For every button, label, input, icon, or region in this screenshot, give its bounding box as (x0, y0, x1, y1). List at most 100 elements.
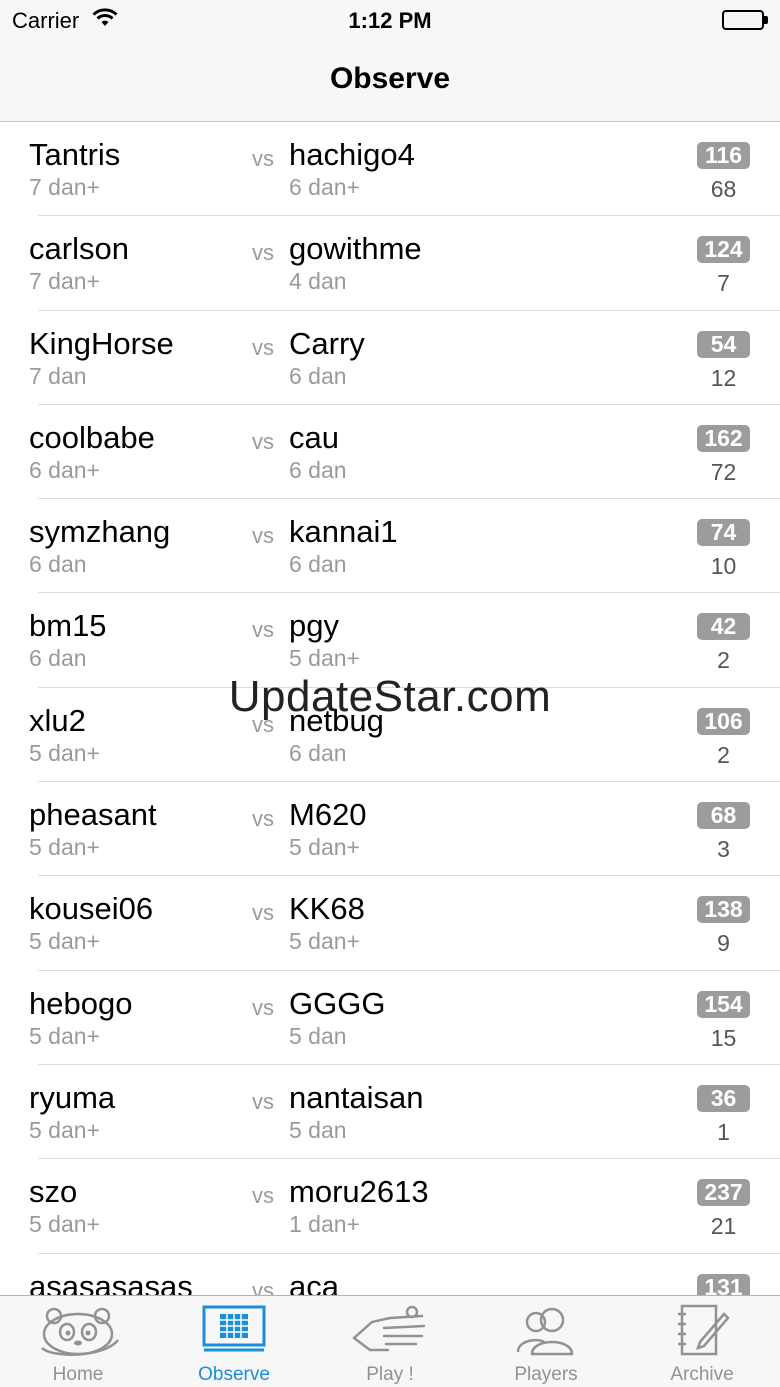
tab-players[interactable]: Players (468, 1296, 624, 1387)
white-player-name: Carry (289, 325, 365, 361)
move-count-badge: 131 (697, 1273, 750, 1295)
vs-label: vs (252, 617, 274, 643)
white-player-name: kannai1 (289, 514, 398, 550)
black-player-rank: 5 dan+ (29, 1211, 100, 1238)
games-list[interactable]: Tantris 7 dan+ vs hachigo4 6 dan+ 116 68… (0, 122, 780, 1295)
white-player-rank: 4 dan (289, 268, 347, 295)
move-count-badge: 74 (697, 519, 750, 547)
move-count-badge: 68 (697, 802, 750, 830)
white-player-rank: 5 dan (289, 1022, 347, 1049)
observer-count: 7 (717, 270, 730, 297)
black-player-name: pheasant (29, 797, 157, 833)
black-player-rank: 5 dan+ (29, 928, 100, 955)
tab-label: Play ! (366, 1364, 414, 1385)
move-count-badge: 124 (697, 236, 750, 264)
black-player-name: xlu2 (29, 702, 86, 738)
move-count-badge: 116 (697, 142, 750, 169)
move-count-badge: 138 (697, 896, 750, 924)
black-player-name: KingHorse (29, 325, 174, 361)
black-player-name: carlson (29, 231, 129, 267)
vs-label: vs (252, 806, 274, 832)
table-row[interactable]: xlu2 5 dan+ vs netbug 6 dan 106 2 (0, 688, 780, 783)
clock: 1:12 PM (348, 8, 432, 33)
tab-home[interactable]: Home (0, 1296, 156, 1387)
board-icon (202, 1305, 266, 1352)
white-player-name: GGGG (289, 985, 386, 1021)
observer-count: 2 (717, 741, 730, 768)
table-row[interactable]: ryuma 5 dan+ vs nantaisan 5 dan 36 1 (0, 1065, 780, 1160)
tab-archive[interactable]: Archive (624, 1296, 780, 1387)
table-row[interactable]: KingHorse 7 dan vs Carry 6 dan 54 12 (0, 311, 780, 406)
white-player-rank: 5 dan+ (289, 834, 360, 861)
black-player-name: kousei06 (29, 891, 154, 927)
tab-observe[interactable]: Observe (156, 1296, 312, 1387)
vs-label: vs (252, 523, 274, 549)
white-player-name: gowithme (289, 231, 422, 267)
vs-label: vs (252, 711, 274, 737)
vs-label: vs (252, 146, 274, 171)
move-count-badge: 237 (697, 1179, 750, 1207)
black-player-name: hebogo (29, 985, 133, 1021)
vs-label: vs (252, 1277, 274, 1295)
white-player-name: pgy (289, 608, 339, 644)
black-player-rank: 6 dan (29, 645, 87, 672)
battery-icon (722, 10, 768, 30)
observer-count: 9 (717, 930, 730, 957)
black-player-rank: 5 dan+ (29, 739, 100, 766)
move-count-badge: 42 (697, 613, 750, 641)
panda-icon (41, 1307, 119, 1356)
tab-play[interactable]: Play ! (312, 1296, 468, 1387)
table-row[interactable]: asasasasas vs aca 131 (0, 1254, 780, 1295)
white-player-rank: 6 dan+ (289, 174, 360, 200)
notebook-icon (678, 1304, 730, 1356)
white-player-name: nantaisan (289, 1079, 424, 1115)
table-row[interactable]: coolbabe 6 dan+ vs cau 6 dan 162 72 (0, 405, 780, 500)
table-row[interactable]: szo 5 dan+ vs moru2613 1 dan+ 237 21 (0, 1159, 780, 1254)
white-player-rank: 5 dan+ (289, 645, 360, 672)
black-player-name: ryuma (29, 1079, 116, 1115)
vs-label: vs (252, 1183, 274, 1209)
navigation-bar: Observe (0, 40, 780, 122)
observer-count: 68 (710, 176, 737, 202)
white-player-name: moru2613 (289, 1174, 429, 1210)
table-row[interactable]: pheasant 5 dan+ vs M620 5 dan+ 68 3 (0, 782, 780, 877)
people-icon (516, 1307, 574, 1356)
white-player-name: netbug (289, 702, 384, 738)
white-player-name: KK68 (289, 891, 365, 927)
observer-count: 21 (710, 1213, 737, 1240)
white-player-rank: 5 dan (289, 1116, 347, 1143)
black-player-rank: 6 dan+ (29, 456, 100, 483)
tab-label: Players (514, 1364, 578, 1385)
vs-label: vs (252, 428, 274, 454)
table-row[interactable]: symzhang 6 dan vs kannai1 6 dan 74 10 (0, 499, 780, 594)
tab-label: Observe (198, 1364, 270, 1385)
black-player-rank: 7 dan+ (29, 174, 100, 200)
observer-count: 72 (710, 458, 737, 485)
vs-label: vs (252, 994, 274, 1020)
black-player-name: coolbabe (29, 419, 155, 455)
white-player-rank: 6 dan (289, 362, 347, 389)
table-row[interactable]: kousei06 5 dan+ vs KK68 5 dan+ 138 9 (0, 876, 780, 971)
hand-icon (352, 1305, 426, 1352)
white-player-name: cau (289, 419, 339, 455)
observer-count: 2 (717, 647, 730, 674)
black-player-rank: 5 dan+ (29, 1116, 100, 1143)
move-count-badge: 162 (697, 424, 750, 452)
observer-count: 10 (710, 553, 737, 580)
black-player-name: szo (29, 1174, 78, 1210)
table-row[interactable]: carlson 7 dan+ vs gowithme 4 dan 124 7 (0, 216, 780, 311)
table-row[interactable]: bm15 6 dan vs pgy 5 dan+ 42 2 (0, 593, 780, 689)
move-count-badge: 54 (697, 330, 750, 358)
status-bar: Carrier 1:12 PM (0, 0, 780, 40)
move-count-badge: 36 (697, 1084, 750, 1112)
tab-label: Home (52, 1364, 104, 1385)
black-player-rank: 7 dan (29, 362, 87, 389)
vs-label: vs (252, 334, 274, 360)
vs-label: vs (252, 900, 274, 926)
white-player-rank: 1 dan+ (289, 1211, 360, 1238)
black-player-rank: 6 dan (29, 551, 87, 578)
table-row[interactable]: hebogo 5 dan+ vs GGGG 5 dan 154 15 (0, 971, 780, 1066)
white-player-rank: 6 dan (289, 739, 347, 766)
table-row[interactable]: Tantris 7 dan+ vs hachigo4 6 dan+ 116 68 (0, 122, 780, 217)
vs-label: vs (252, 240, 274, 266)
